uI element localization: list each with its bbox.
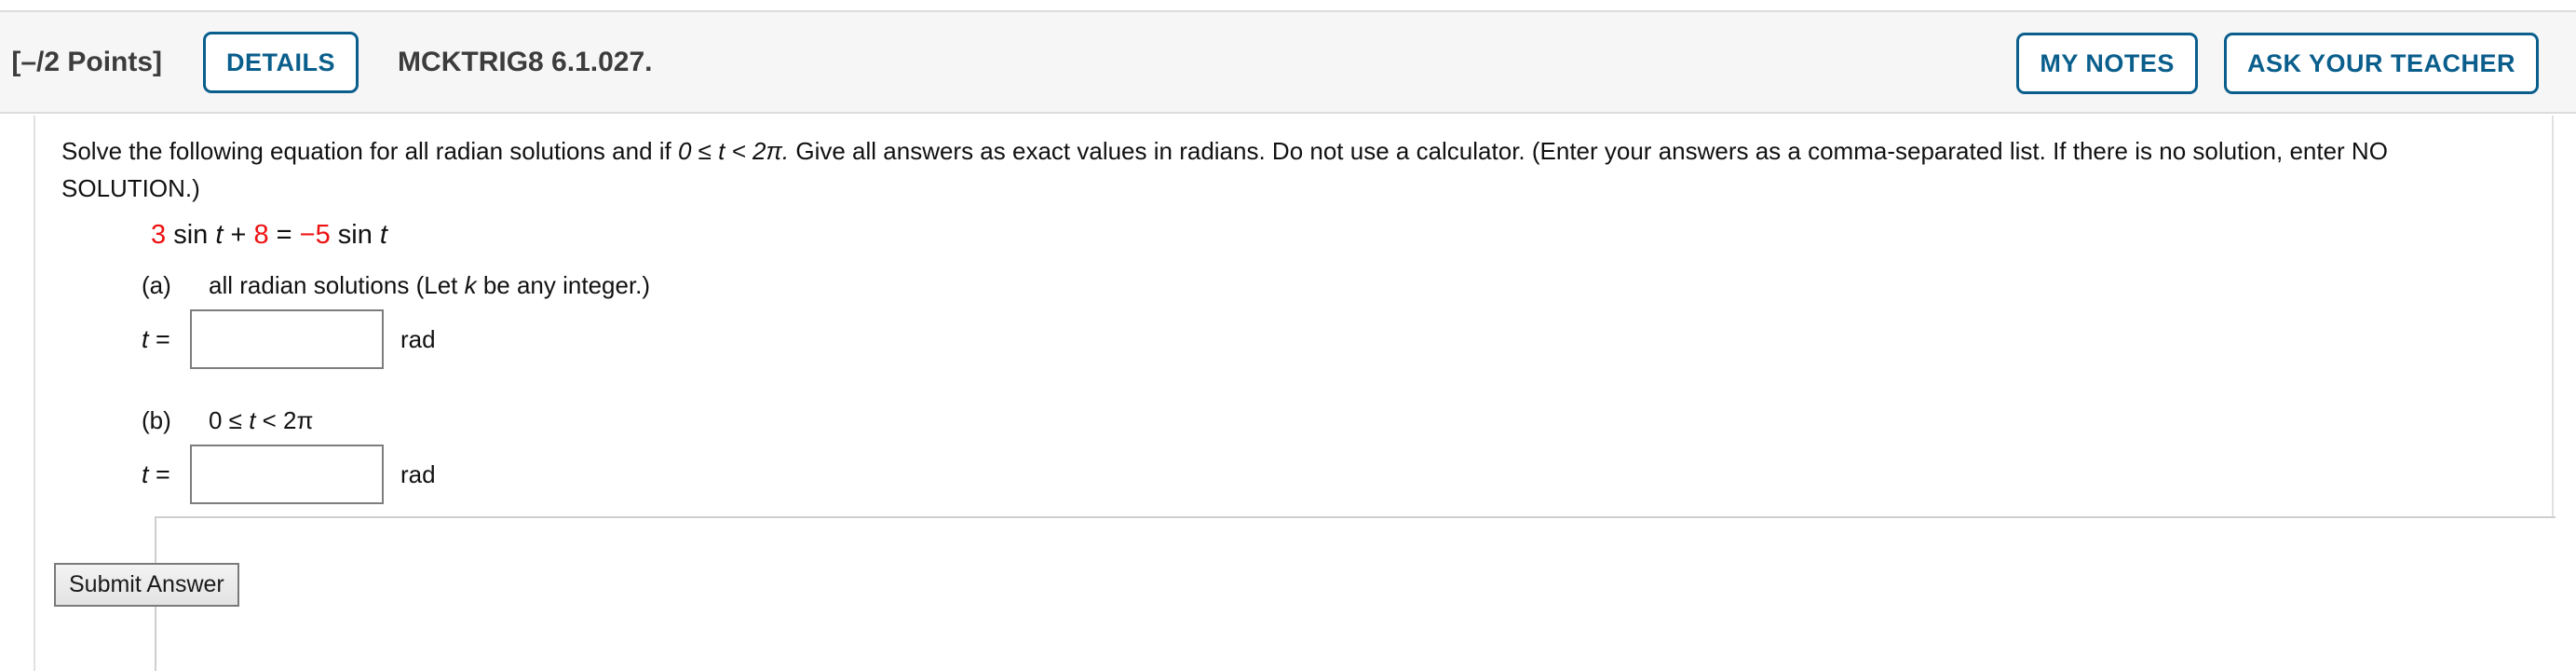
part-a-variable: k [464, 271, 477, 299]
part-b-unit-label: rad [400, 459, 436, 488]
equation-variable-2: t [379, 220, 387, 250]
part-a-answer-input[interactable] [190, 309, 384, 369]
prompt-text-start: Solve the following equation for all rad… [61, 137, 678, 165]
question-body: Solve the following equation for all rad… [61, 132, 2520, 504]
part-a-unit-label: rad [400, 324, 436, 353]
equation-display: 3 sin t + 8 = −5 sin t [151, 220, 2520, 251]
part-a-text-before: all radian solutions (Let [209, 271, 465, 299]
question-page: . [–/2 Points] DETAILS MCKTRIG8 6.1.027.… [0, 0, 2576, 671]
equation-coefficient-2: −5 [299, 220, 331, 250]
part-a-answer-prefix: t = [142, 324, 170, 353]
points-label: [–/2 Points] [11, 46, 163, 77]
part-b-heading: (b) 0 ≤ t < 2π [142, 406, 2520, 435]
equation-constant: 8 [253, 220, 269, 250]
question-part-b: (b) 0 ≤ t < 2π t = rad [142, 406, 2520, 504]
ask-your-teacher-button[interactable]: ASK YOUR TEACHER [2223, 33, 2539, 94]
part-b-answer-input[interactable] [190, 445, 384, 504]
part-b-answer-prefix: t = [142, 459, 170, 488]
equation-sin-2: sin [330, 220, 380, 250]
part-b-text-before: 0 ≤ [209, 406, 250, 434]
part-a-answer-row: t = rad [142, 309, 2520, 369]
details-button[interactable]: DETAILS [203, 31, 359, 93]
part-a-label: (a) [142, 271, 171, 299]
question-content-area: Solve the following equation for all rad… [34, 116, 2556, 671]
equation-plus: + [223, 220, 254, 250]
part-b-text-after: < 2π [255, 406, 314, 434]
submit-answer-button[interactable]: Submit Answer [54, 563, 239, 607]
question-header-bar: . [–/2 Points] DETAILS MCKTRIG8 6.1.027.… [0, 10, 2576, 114]
equation-sin-1: sin [166, 220, 216, 250]
my-notes-button[interactable]: MY NOTES [2016, 33, 2198, 94]
part-a-heading: (a) all radian solutions (Let k be any in… [142, 271, 2520, 300]
equation-coefficient-1: 3 [151, 220, 167, 250]
footer-panel [155, 518, 2556, 671]
question-footer: Submit Answer [35, 516, 2556, 671]
question-prompt: Solve the following equation for all rad… [61, 132, 2446, 207]
equation-equals: = [268, 220, 300, 250]
question-part-a: (a) all radian solutions (Let k be any in… [142, 271, 2520, 369]
part-b-label: (b) [142, 406, 171, 434]
header-right-group: MY NOTES ASK YOUR TEACHER [2016, 33, 2539, 94]
part-a-text-after: be any integer.) [476, 271, 651, 299]
part-b-answer-row: t = rad [142, 445, 2520, 504]
header-left-group: . [–/2 Points] DETAILS MCKTRIG8 6.1.027. [0, 31, 653, 93]
assignment-code: MCKTRIG8 6.1.027. [398, 46, 653, 77]
prompt-range-expression: 0 ≤ t < 2π. [677, 137, 790, 165]
